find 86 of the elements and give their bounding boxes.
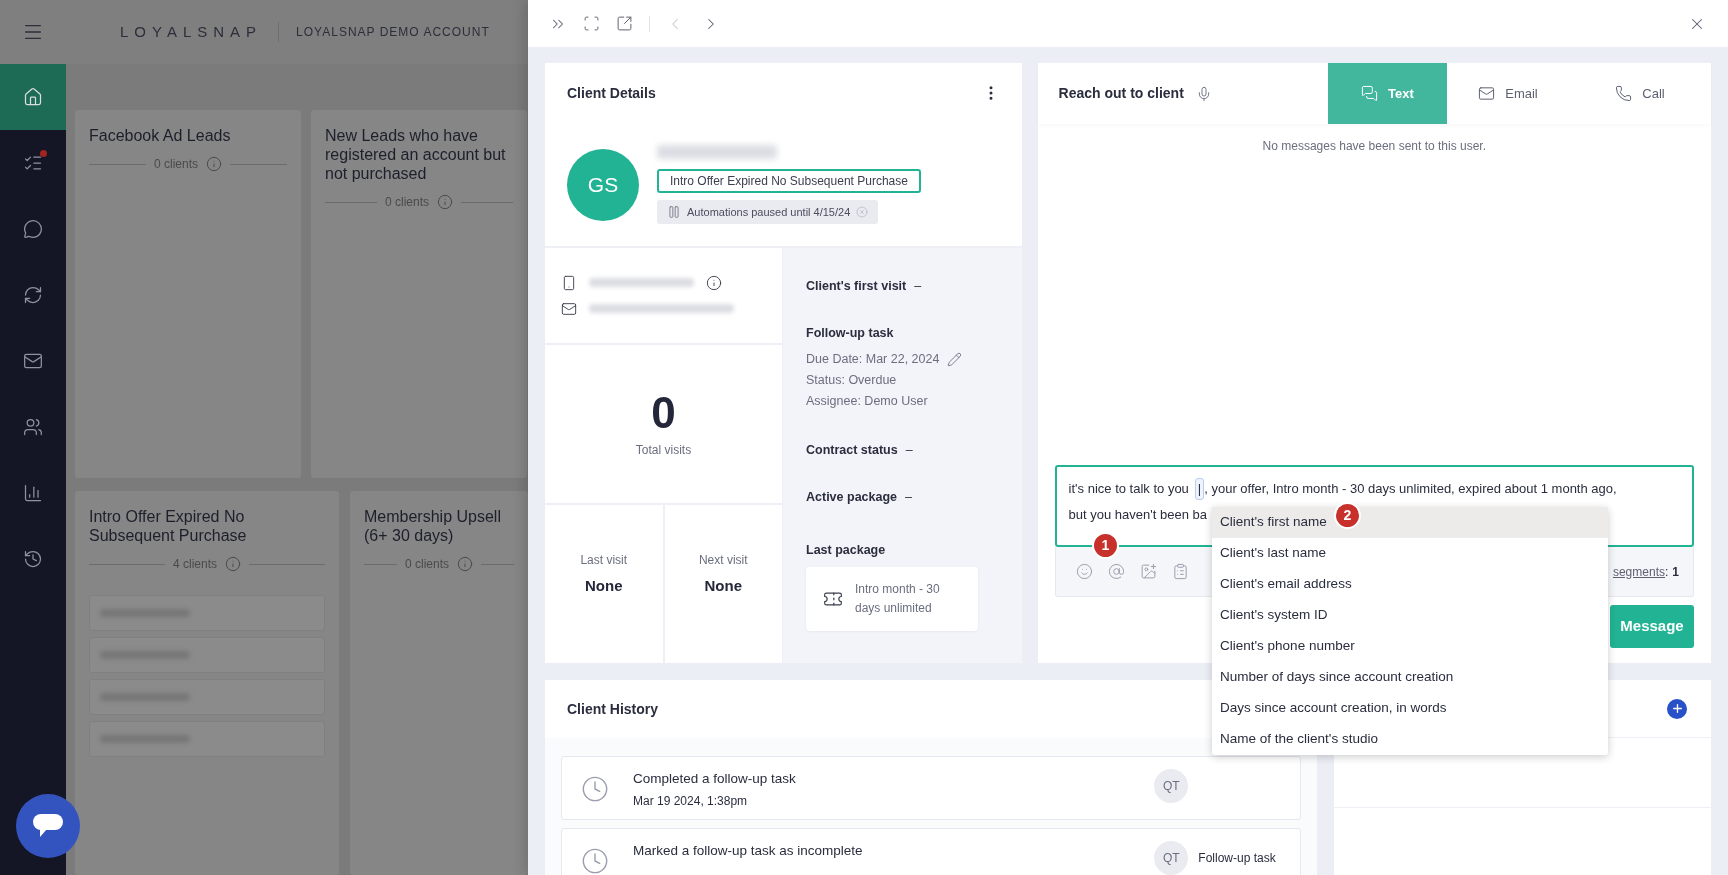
segments-count: 1 bbox=[1672, 563, 1679, 581]
emoji-icon[interactable] bbox=[1075, 563, 1093, 580]
message-text: but you haven't been ba bbox=[1068, 506, 1207, 524]
assignee-initials: QT bbox=[1163, 850, 1180, 867]
detail-value: – bbox=[914, 277, 922, 295]
info-icon[interactable] bbox=[706, 274, 722, 291]
visit-label: Last visit bbox=[580, 551, 628, 569]
add-image-icon[interactable] bbox=[1139, 563, 1157, 580]
visit-label: Next visit bbox=[698, 551, 748, 569]
automation-status: Automations paused until 4/15/24 bbox=[687, 204, 851, 220]
home-icon bbox=[23, 87, 43, 107]
pause-icon bbox=[667, 205, 681, 219]
mention-icon[interactable] bbox=[1107, 563, 1125, 580]
empty-message: No messages have been sent to this user. bbox=[1262, 138, 1486, 155]
sidebar-item[interactable] bbox=[0, 64, 66, 130]
clock-icon bbox=[581, 775, 609, 803]
history-title: Completed a follow-up task bbox=[633, 770, 797, 788]
segment-title: Intro Offer Expired No Subsequent Purchase bbox=[89, 507, 248, 545]
detail-label: Contract status bbox=[806, 441, 898, 459]
segments-separator: : bbox=[1664, 563, 1669, 581]
chat-bubbles-icon bbox=[1361, 85, 1379, 102]
avatar-initials: GS bbox=[587, 171, 619, 198]
client-count: 4 clients bbox=[173, 556, 217, 573]
assignee-initials: QT bbox=[1163, 778, 1180, 795]
message-text: , your offer, Intro month - 30 days unlimited, expired about 1 month ago, bbox=[1204, 480, 1617, 498]
speech-bubble-icon bbox=[32, 813, 64, 839]
card-title: Client History bbox=[567, 699, 658, 719]
task-detail: Due Date: Mar 22, 2024 bbox=[806, 351, 940, 369]
client-count: 0 clients bbox=[405, 556, 449, 573]
history-icon bbox=[23, 549, 43, 569]
detail-label: Client's first visit bbox=[806, 277, 907, 295]
card-title: Reach out to client bbox=[1058, 84, 1184, 103]
open-external-icon[interactable] bbox=[616, 15, 633, 32]
detail-value: – bbox=[905, 441, 913, 459]
task-detail: Status: Overdue bbox=[806, 372, 897, 390]
visit-value: None bbox=[704, 575, 742, 596]
menu-item[interactable]: Client's phone number bbox=[1212, 631, 1608, 662]
edit-icon[interactable] bbox=[947, 352, 963, 367]
history-entry[interactable]: Completed a follow-up task Mar 19 2024, 1:38pm QT bbox=[561, 756, 1302, 820]
detail-label: Last package bbox=[806, 541, 886, 559]
mail-icon bbox=[23, 351, 43, 371]
history-type: Follow-up task bbox=[1198, 850, 1276, 867]
fullscreen-icon[interactable] bbox=[583, 15, 600, 32]
variable-token[interactable]: | bbox=[1194, 478, 1205, 500]
menu-item[interactable]: Days since account creation, in words bbox=[1212, 693, 1608, 724]
history-entry[interactable]: Marked a follow-up task as incomplete QT Follow-up task bbox=[561, 828, 1302, 875]
detail-value: – bbox=[905, 488, 912, 506]
menu-item[interactable]: Client's system ID bbox=[1212, 600, 1608, 631]
detail-label: Follow-up task bbox=[806, 324, 894, 342]
mail-icon bbox=[561, 300, 577, 317]
chat-bubble-icon bbox=[23, 219, 43, 239]
phone-icon bbox=[561, 274, 577, 291]
clear-icon[interactable] bbox=[856, 206, 869, 218]
bar-chart-icon bbox=[23, 483, 43, 503]
clipboard-icon[interactable] bbox=[1171, 563, 1189, 580]
add-button[interactable] bbox=[1667, 698, 1687, 719]
segment-title: Facebook Ad Leads bbox=[89, 126, 232, 145]
segment-title: New Leads who have registered an account but not purchased bbox=[325, 126, 507, 183]
history-date: Mar 19 2024, 1:38pm bbox=[633, 793, 749, 811]
detail-label: Active package bbox=[806, 488, 898, 506]
plus-icon bbox=[1670, 702, 1684, 715]
visit-value: None bbox=[585, 575, 623, 596]
message-text: it's nice to talk to you bbox=[1068, 480, 1189, 498]
segments-link[interactable]: segments bbox=[1612, 562, 1665, 581]
mail-icon bbox=[1478, 85, 1496, 102]
people-icon bbox=[23, 417, 43, 437]
phone-icon bbox=[1615, 85, 1633, 102]
package-name: Intro month - 30 days unlimited bbox=[855, 581, 941, 617]
client-count: 0 clients bbox=[154, 156, 198, 173]
menu-item[interactable]: Number of days since account creation bbox=[1212, 662, 1608, 693]
channel-tab[interactable]: Email bbox=[1447, 63, 1569, 124]
channel-tab[interactable]: Call bbox=[1569, 63, 1711, 124]
menu-item[interactable]: Name of the client's studio bbox=[1212, 724, 1608, 755]
segment-tag: Intro Offer Expired No Subsequent Purchase bbox=[657, 169, 921, 193]
total-visits-label: Total visits bbox=[635, 442, 692, 459]
history-title: Marked a follow-up task as incomplete bbox=[633, 842, 864, 860]
total-visits-count: 0 bbox=[651, 389, 676, 437]
logo: LOYALSNAP bbox=[120, 21, 263, 42]
segment-title: Membership Upsell (6+ 30 days) bbox=[364, 507, 502, 545]
account-name: LOYALSNAP DEMO ACCOUNT bbox=[296, 24, 490, 41]
task-detail: Assignee: Demo User bbox=[806, 393, 928, 411]
client-count: 0 clients bbox=[385, 194, 429, 211]
refresh-icon bbox=[23, 285, 43, 305]
clock-icon bbox=[581, 847, 609, 875]
menu-item[interactable]: Client's email address bbox=[1212, 569, 1608, 600]
card-title: Client Details bbox=[567, 83, 656, 103]
